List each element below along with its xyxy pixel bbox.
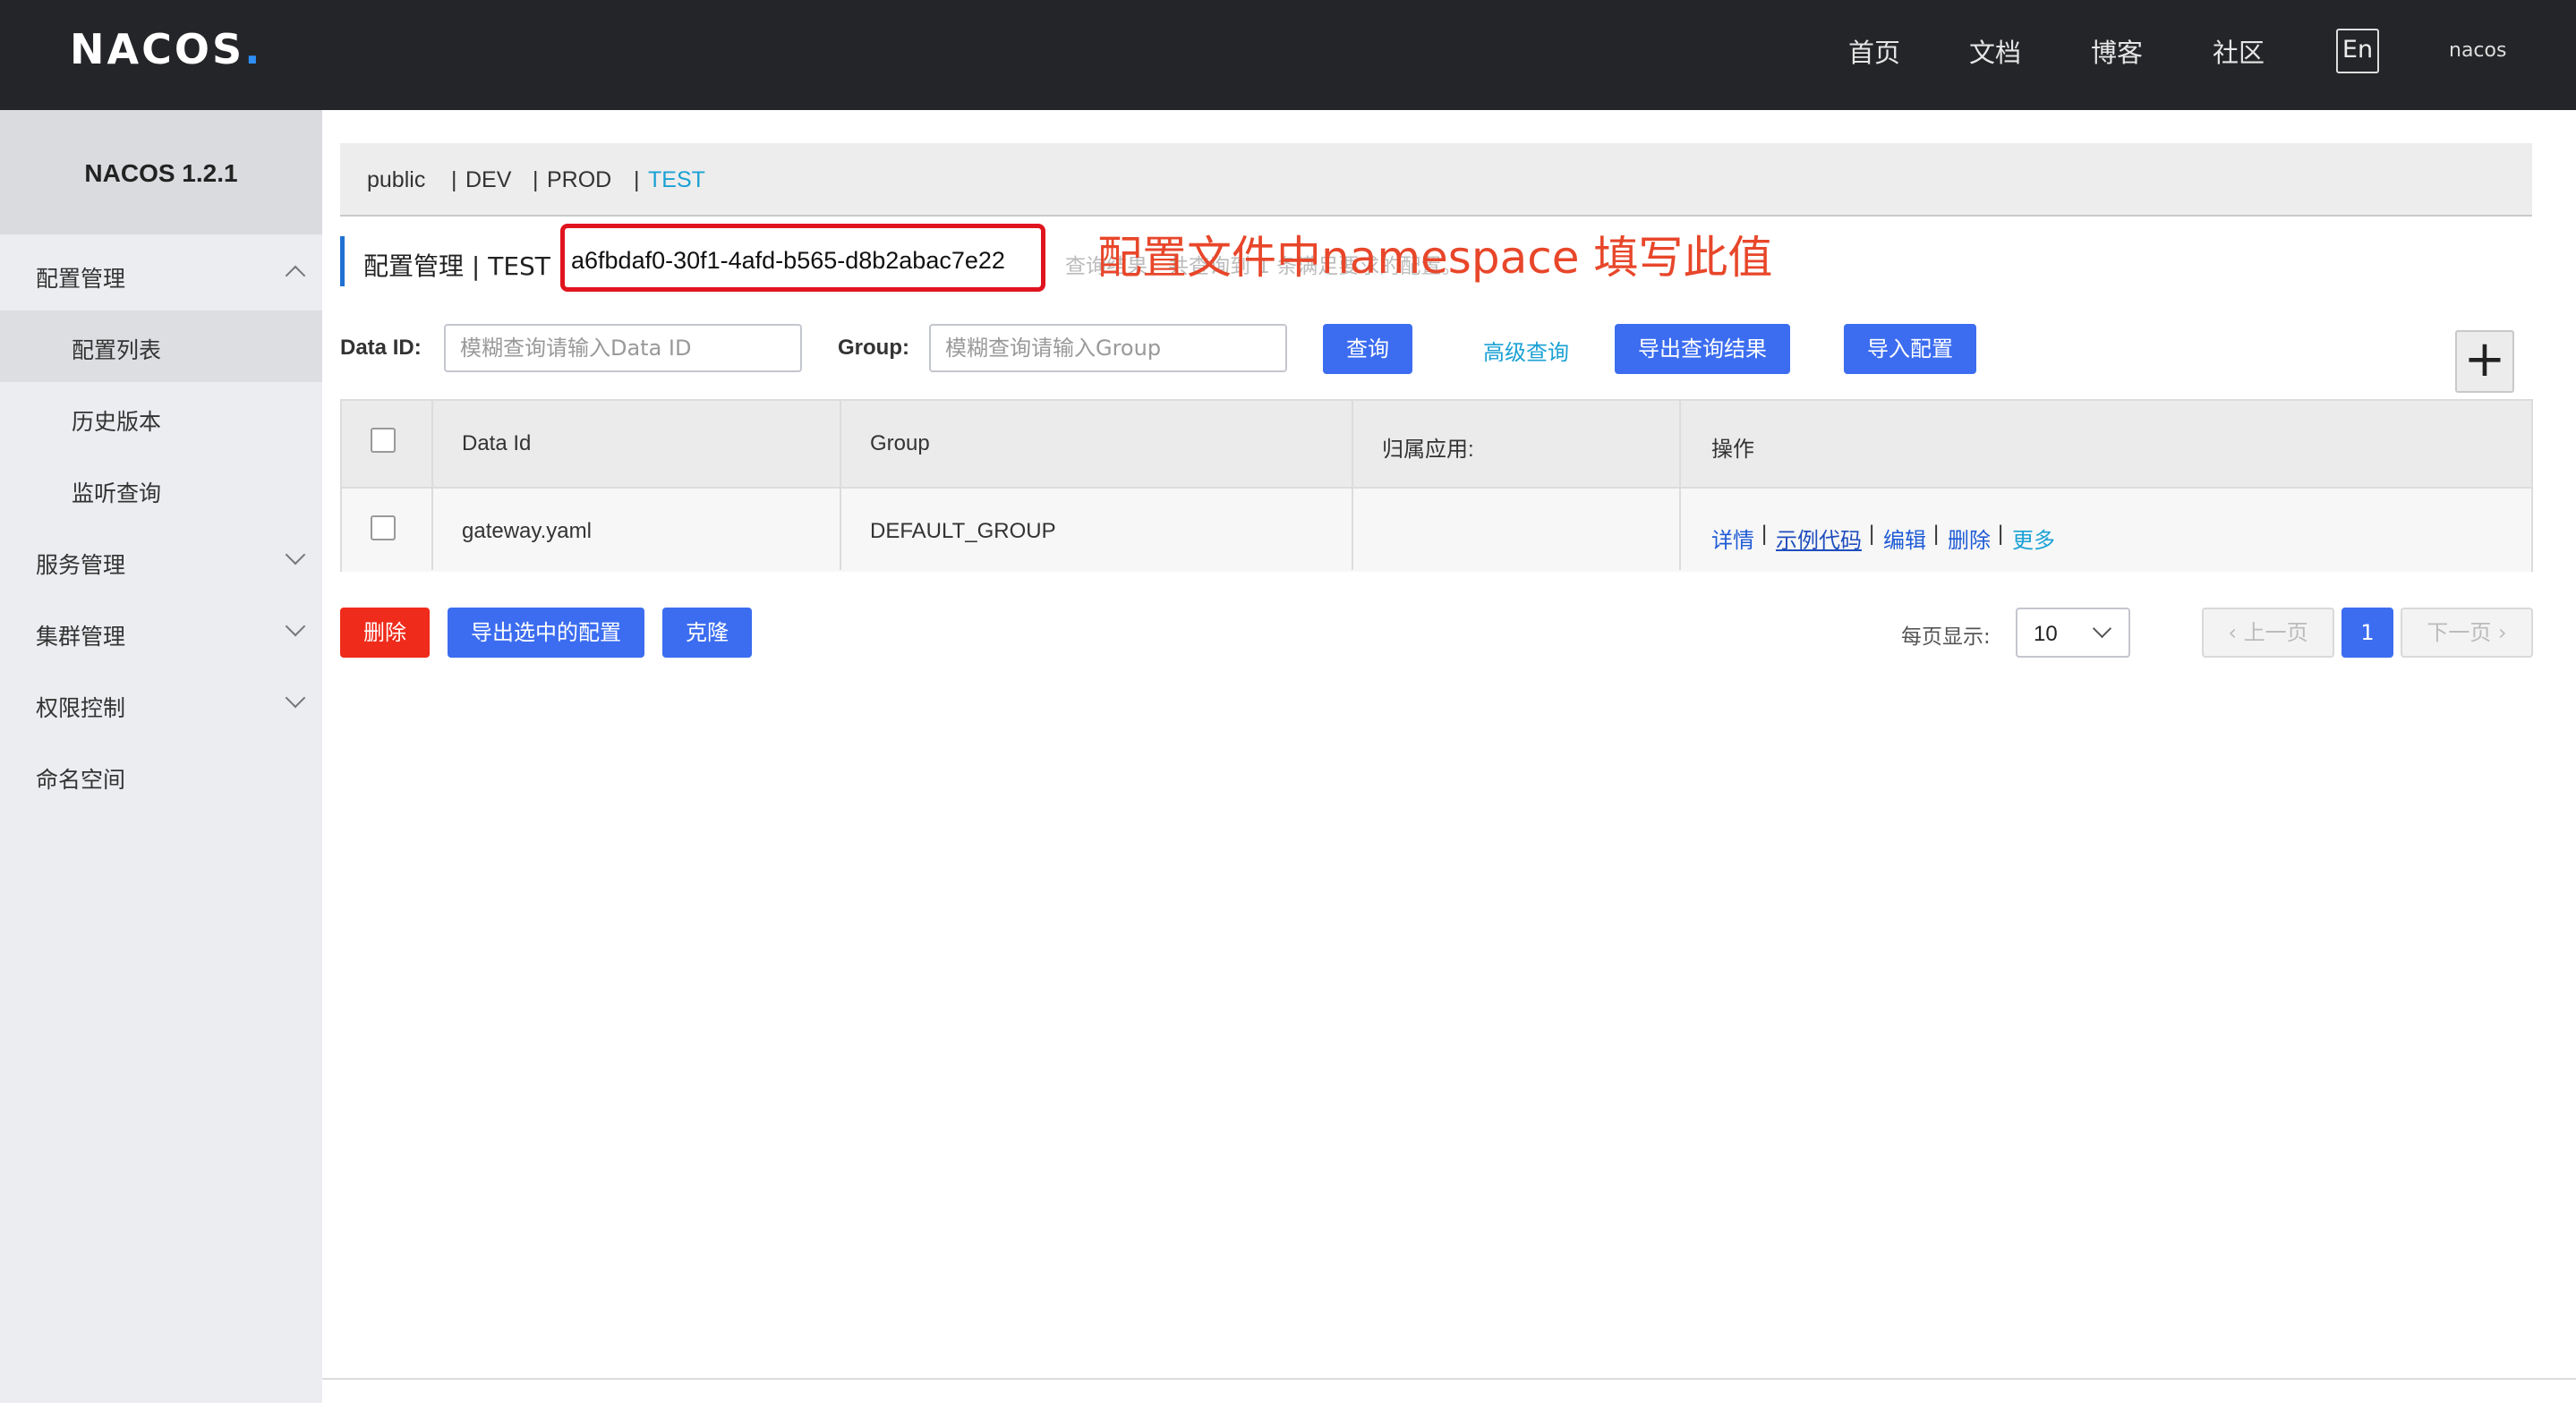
column-header-app: 归属应用: — [1382, 438, 1474, 462]
bulk-delete-button[interactable]: 删除 — [340, 608, 430, 658]
add-config-button[interactable]: + — [2455, 330, 2514, 393]
namespace-id: a6fbdaf0-30f1-4afd-b565-d8b2abac7e22 — [571, 247, 1005, 274]
advanced-query-link[interactable]: 高级查询 — [1483, 335, 1569, 366]
sidebar-item-history[interactable]: 历史版本 — [0, 382, 322, 454]
next-page-label: 下一页 — [2427, 620, 2492, 645]
action-separator: | — [1869, 522, 1875, 546]
prev-page-label: 上一页 — [2243, 620, 2308, 645]
sidebar-item-label: 监听查询 — [72, 480, 162, 506]
action-separator: | — [1998, 522, 2004, 546]
row-data-id: gateway.yaml — [462, 519, 592, 543]
chevron-down-icon — [285, 687, 306, 709]
column-divider — [1679, 401, 1681, 570]
chevron-up-icon — [285, 265, 306, 286]
sidebar-item-label: 历史版本 — [72, 409, 162, 435]
sidebar-item-label: 配置列表 — [72, 337, 162, 363]
row-checkbox[interactable] — [371, 515, 396, 540]
page-1-button[interactable]: 1 — [2341, 608, 2393, 658]
data-id-input[interactable] — [444, 324, 802, 372]
clone-button[interactable]: 克隆 — [662, 608, 752, 658]
nav-community[interactable]: 社区 — [2213, 32, 2265, 70]
chevron-left-icon: ‹ — [2228, 620, 2244, 645]
namespace-separator: | — [634, 167, 640, 192]
chevron-down-icon — [285, 616, 306, 637]
import-config-button[interactable]: 导入配置 — [1844, 324, 1976, 374]
per-page-select[interactable]: 10 — [2016, 608, 2130, 658]
page-title: 配置管理 | TEST — [363, 251, 550, 281]
per-page-label: 每页显示: — [1901, 625, 1991, 649]
table-header: Data Id Group 归属应用: 操作 — [342, 401, 2531, 489]
nav-docs[interactable]: 文档 — [1969, 32, 2021, 70]
action-separator: | — [1933, 522, 1940, 546]
action-sample-code-link[interactable]: 示例代码 — [1776, 523, 1862, 554]
action-details-link[interactable]: 详情 — [1711, 523, 1754, 554]
action-edit-link[interactable]: 编辑 — [1883, 523, 1926, 554]
chevron-down-icon — [2092, 618, 2112, 639]
row-group: DEFAULT_GROUP — [870, 519, 1056, 543]
next-page-button[interactable]: 下一页 › — [2401, 608, 2533, 658]
chevron-right-icon: › — [2491, 620, 2507, 645]
top-navbar: NACOS. 首页 文档 博客 社区 En nacos — [0, 0, 2576, 110]
sidebar-item-label: 命名空间 — [36, 767, 126, 793]
column-header-data-id: Data Id — [462, 431, 532, 455]
sidebar-item-namespace[interactable]: 命名空间 — [0, 740, 322, 812]
data-id-label: Data ID: — [340, 336, 422, 360]
per-page-value: 10 — [2034, 622, 2058, 646]
sidebar-item-service-management[interactable]: 服务管理 — [0, 525, 322, 597]
annotation-text: 配置文件中namespace 填写此值 — [1097, 232, 1773, 284]
sidebar-item-label: 权限控制 — [36, 695, 126, 721]
group-label: Group: — [838, 336, 909, 360]
namespace-public[interactable]: public — [367, 167, 425, 193]
footer-divider — [322, 1378, 2576, 1380]
namespace-bar: public | DEV | PROD | TEST — [340, 143, 2532, 217]
sidebar-item-listener-query[interactable]: 监听查询 — [0, 454, 322, 525]
sidebar-item-access-control[interactable]: 权限控制 — [0, 668, 322, 740]
export-selected-button[interactable]: 导出选中的配置 — [448, 608, 644, 658]
user-name[interactable]: nacos — [2449, 39, 2506, 62]
sidebar: NACOS 1.2.1 配置管理 配置列表 历史版本 监听查询 服务管理 集群管… — [0, 110, 322, 1403]
nav-blog[interactable]: 博客 — [2091, 32, 2143, 70]
action-more-link[interactable]: 更多 — [2012, 523, 2055, 554]
sidebar-version-header: NACOS 1.2.1 — [0, 110, 322, 234]
select-all-checkbox[interactable] — [371, 428, 396, 453]
plus-icon: + — [2463, 330, 2506, 388]
prev-page-button[interactable]: ‹ 上一页 — [2202, 608, 2334, 658]
sidebar-item-config-list[interactable]: 配置列表 — [0, 310, 322, 382]
table-row: gateway.yaml DEFAULT_GROUP 详情 | 示例代码 | 编… — [342, 489, 2531, 572]
column-divider — [1352, 401, 1353, 570]
chevron-down-icon — [285, 544, 306, 565]
namespace-prod[interactable]: PROD — [547, 167, 611, 193]
sidebar-item-config-management[interactable]: 配置管理 — [0, 239, 322, 310]
column-divider — [431, 401, 433, 570]
sidebar-item-label: 服务管理 — [36, 552, 126, 578]
column-divider — [840, 401, 841, 570]
config-table: Data Id Group 归属应用: 操作 gateway.yaml DEFA… — [340, 399, 2533, 572]
column-header-group: Group — [870, 431, 930, 455]
title-accent-bar — [340, 236, 345, 286]
sidebar-item-label: 集群管理 — [36, 624, 126, 650]
query-button[interactable]: 查询 — [1323, 324, 1412, 374]
nacos-logo[interactable]: NACOS. — [70, 25, 263, 73]
nav-home[interactable]: 首页 — [1848, 32, 1900, 70]
namespace-separator: | — [451, 167, 457, 192]
column-header-actions: 操作 — [1711, 438, 1754, 462]
version-label: NACOS 1.2.1 — [84, 159, 238, 187]
namespace-test[interactable]: TEST — [648, 167, 705, 193]
group-input[interactable] — [929, 324, 1287, 372]
sidebar-item-label: 配置管理 — [36, 266, 126, 292]
language-switch-button[interactable]: En — [2336, 29, 2379, 73]
namespace-dev[interactable]: DEV — [465, 167, 511, 193]
action-separator: | — [1761, 522, 1768, 546]
action-delete-link[interactable]: 删除 — [1948, 523, 1991, 554]
sidebar-item-cluster-management[interactable]: 集群管理 — [0, 597, 322, 668]
export-results-button[interactable]: 导出查询结果 — [1615, 324, 1790, 374]
namespace-separator: | — [533, 167, 539, 192]
